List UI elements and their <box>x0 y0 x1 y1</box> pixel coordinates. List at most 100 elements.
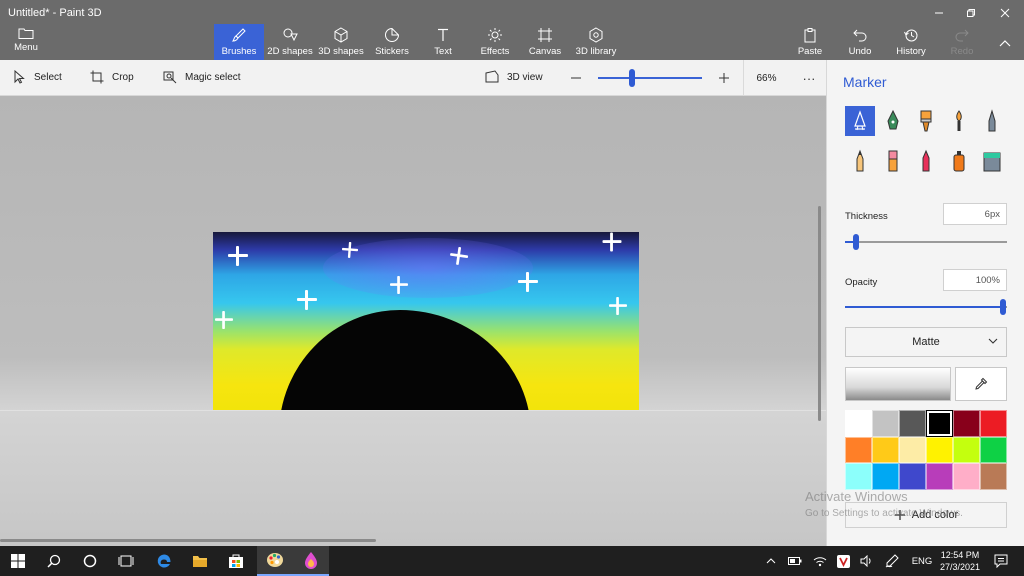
tab-text[interactable]: Text <box>426 24 460 60</box>
paint-app-button[interactable] <box>257 546 293 576</box>
activation-watermark-subtitle: Go to Settings to activate Windows. <box>805 508 963 519</box>
magic-select-button[interactable]: Magic select <box>163 70 241 84</box>
color-swatch[interactable] <box>926 463 953 490</box>
edge-button[interactable] <box>146 546 182 576</box>
finish-dropdown[interactable]: Matte <box>845 327 1007 357</box>
action-label: Undo <box>848 46 872 57</box>
paste-button[interactable]: Paste <box>794 24 826 60</box>
marker-brush-button[interactable] <box>845 106 875 136</box>
menu-button[interactable]: Menu <box>6 26 46 58</box>
tab-3d-shapes[interactable]: 3D shapes <box>318 24 364 60</box>
task-view-button[interactable] <box>108 546 144 576</box>
color-swatch[interactable] <box>899 463 926 490</box>
pixel-pen-button[interactable] <box>977 106 1007 136</box>
zoom-out-button[interactable] <box>568 69 584 87</box>
crop-button[interactable]: Crop <box>90 70 134 84</box>
pencil-brush-button[interactable] <box>845 146 875 176</box>
tab-effects[interactable]: Effects <box>476 24 514 60</box>
redo-button[interactable]: Redo <box>948 24 976 60</box>
volume-button[interactable] <box>858 546 876 576</box>
watercolor-brush-button[interactable] <box>944 106 974 136</box>
pen-workspace-button[interactable] <box>882 546 902 576</box>
tab-label: Effects <box>480 46 510 57</box>
eraser-brush-button[interactable] <box>878 146 908 176</box>
undo-button[interactable]: Undo <box>846 24 874 60</box>
calligraphy-pen-button[interactable] <box>878 106 908 136</box>
language-indicator[interactable]: ENG <box>908 546 936 576</box>
zoom-in-button[interactable] <box>716 69 732 87</box>
color-swatch[interactable] <box>980 463 1007 490</box>
horizontal-scrollbar[interactable] <box>0 539 376 542</box>
spray-can-brush-button[interactable] <box>944 146 974 176</box>
color-swatch[interactable] <box>845 436 872 464</box>
wifi-button[interactable] <box>810 546 830 576</box>
close-button[interactable] <box>990 4 1020 22</box>
tab-label: Brushes <box>221 46 257 57</box>
thickness-input[interactable]: 6px <box>943 203 1007 225</box>
tab-label: Text <box>434 46 452 57</box>
current-color-preview[interactable] <box>845 367 951 401</box>
opacity-label: Opacity <box>845 277 878 288</box>
collapse-ribbon-button[interactable] <box>990 34 1020 52</box>
zoom-slider-thumb[interactable] <box>629 69 636 87</box>
vertical-scrollbar[interactable] <box>818 206 821 421</box>
restore-button[interactable] <box>956 4 986 22</box>
battery-button[interactable] <box>786 546 804 576</box>
color-swatch[interactable] <box>872 410 899 437</box>
tab-stickers[interactable]: Stickers <box>372 24 412 60</box>
action-center-button[interactable] <box>990 546 1012 576</box>
star-shape <box>390 276 408 294</box>
zoom-percentage[interactable]: 66% <box>743 60 789 96</box>
tab-brushes[interactable]: Brushes <box>214 24 264 60</box>
paint-3d-app-button[interactable] <box>293 546 329 576</box>
fill-bucket-brush-button[interactable] <box>977 146 1007 176</box>
tab-2d-shapes[interactable]: 2D shapes <box>267 24 313 60</box>
wifi-icon <box>813 557 827 567</box>
more-options-button[interactable]: ··· <box>792 60 826 96</box>
color-swatch[interactable] <box>953 410 980 437</box>
3d-view-toggle[interactable]: 3D view <box>485 70 543 84</box>
crayon-brush-button[interactable] <box>911 146 941 176</box>
history-icon <box>904 29 918 42</box>
history-button[interactable]: History <box>895 24 927 60</box>
file-explorer-button[interactable] <box>182 546 218 576</box>
color-swatch[interactable] <box>872 463 899 490</box>
select-button[interactable]: Select <box>12 70 62 84</box>
canvas-workspace[interactable] <box>0 96 826 546</box>
cortana-button[interactable] <box>72 546 108 576</box>
search-button[interactable] <box>36 546 72 576</box>
minus-icon <box>571 77 581 79</box>
thickness-slider-track[interactable] <box>845 241 1007 243</box>
color-swatch[interactable] <box>899 436 926 464</box>
eyedropper-button[interactable] <box>955 367 1007 401</box>
tab-canvas[interactable]: Canvas <box>526 24 564 60</box>
color-swatch[interactable] <box>926 436 953 464</box>
window-title: Untitled* - Paint 3D <box>8 7 102 19</box>
opacity-slider-thumb[interactable] <box>1000 299 1006 315</box>
color-swatch[interactable] <box>926 410 953 437</box>
floor-line <box>0 410 826 411</box>
tab-3d-library[interactable]: 3D library <box>574 24 618 60</box>
color-swatch[interactable] <box>899 410 926 437</box>
vivaldi-tray-button[interactable] <box>834 546 852 576</box>
start-button[interactable] <box>0 546 36 576</box>
color-swatch[interactable] <box>845 410 872 437</box>
system-clock[interactable]: 12:54 PM 27/3/2021 <box>936 549 984 573</box>
paint-palette-icon <box>267 553 283 567</box>
opacity-input[interactable]: 100% <box>943 269 1007 291</box>
pencil-brush-icon <box>856 149 864 172</box>
show-hidden-icons-button[interactable] <box>762 546 780 576</box>
color-swatch[interactable] <box>953 436 980 464</box>
store-button[interactable] <box>218 546 254 576</box>
color-swatch[interactable] <box>845 463 872 490</box>
minimize-button[interactable] <box>924 4 954 22</box>
magic-select-label: Magic select <box>185 71 241 83</box>
color-swatch[interactable] <box>953 463 980 490</box>
drawing-canvas[interactable] <box>213 232 639 410</box>
oil-brush-button[interactable] <box>911 106 941 136</box>
color-swatch[interactable] <box>872 436 899 464</box>
zoom-slider-track[interactable] <box>598 77 702 79</box>
thickness-slider-thumb[interactable] <box>853 234 860 250</box>
color-swatch[interactable] <box>980 410 1007 437</box>
color-swatch[interactable] <box>980 436 1007 464</box>
